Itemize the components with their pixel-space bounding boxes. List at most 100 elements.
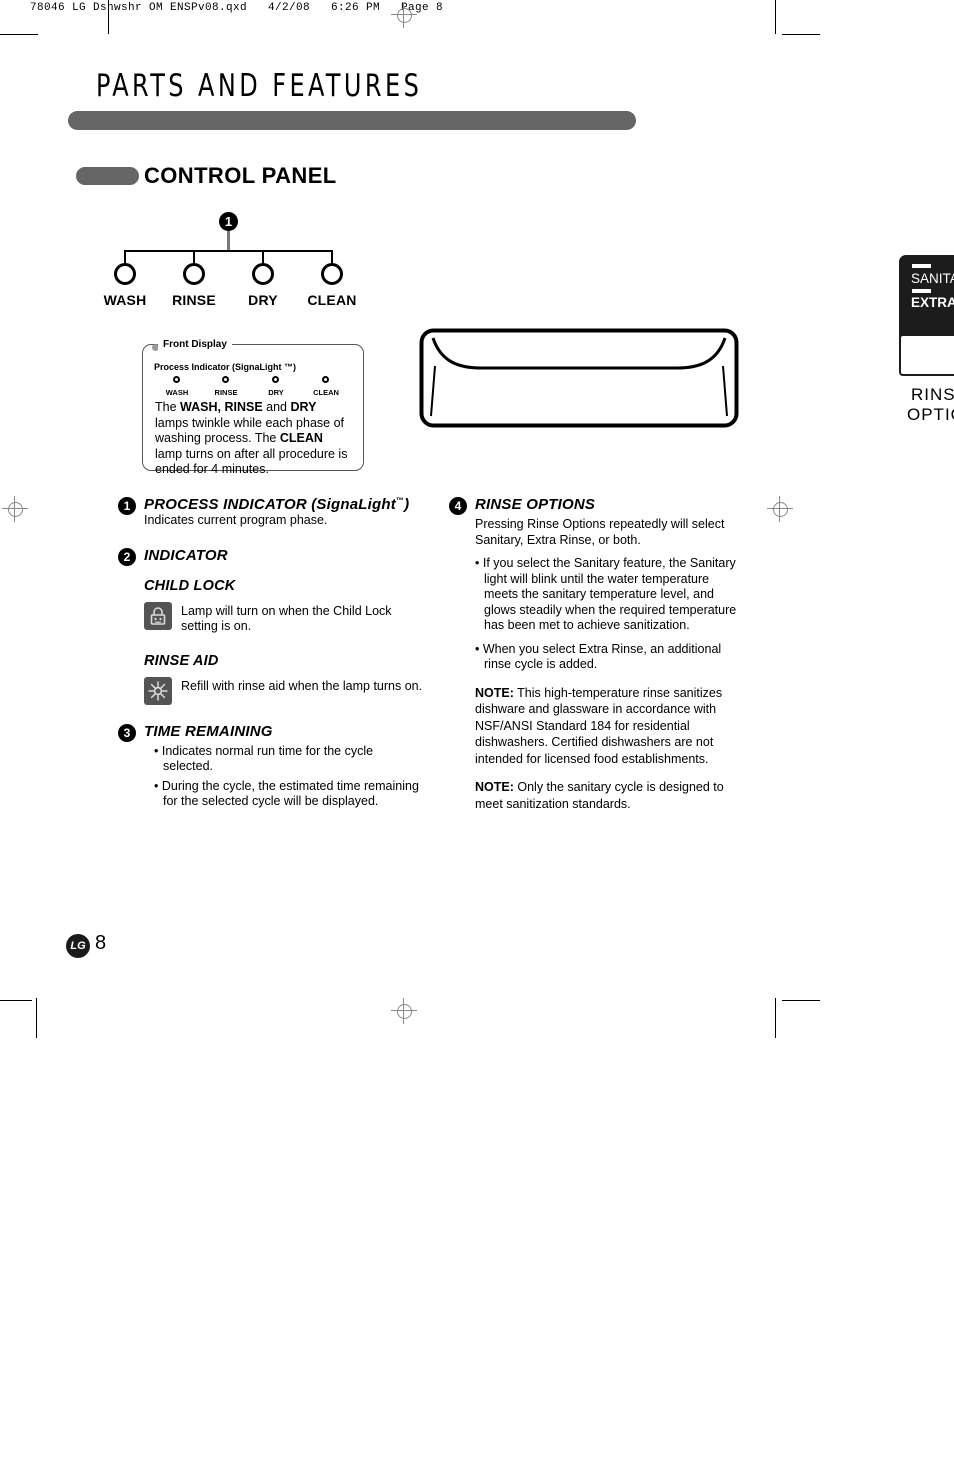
note-label-2: NOTE: [475,780,514,794]
entry-heading-time-remaining: TIME REMAINING [144,722,273,740]
registration-mark-right [767,496,793,522]
child-lock-row: Lamp will turn on when the Child Lock se… [144,601,423,635]
fd-text-bold-clean: CLEAN [279,431,323,445]
sanitary-label: SANITA [911,271,954,286]
rinse-aid-row: Refill with rinse aid when the lamp turn… [144,676,423,705]
registration-horizontal-line [767,508,793,509]
registration-vertical-line [403,2,404,28]
subheading-rinse-aid: RINSE AID [144,652,219,669]
lamp-label-wash: WASH [103,292,147,308]
registration-horizontal-line [391,1010,417,1011]
lamp-label-clean: CLEAN [307,292,357,308]
lamp-ring-dry [252,263,274,285]
child-lock-description: Lamp will turn on when the Child Lock se… [181,603,392,634]
front-display-lamp-rinse [222,376,229,383]
registration-ring [397,1004,412,1019]
rinse-aid-description: Refill with rinse aid when the lamp turn… [181,678,423,693]
entry-number-4: 4 [449,497,467,515]
registration-horizontal-line [2,508,28,509]
time-remaining-bullet-1: • Indicates normal run time for the cycl… [154,743,374,774]
registration-vertical-line [779,496,780,522]
print-job-header: 78046 LG Dshwshr OM ENSPv08.qxd 4/2/08 6… [30,2,444,14]
registration-ring [773,502,788,517]
sanitary-indicator-dash [912,264,931,268]
control-panel-outline-drawing [419,328,739,433]
chapter-title-bar [68,111,636,130]
rinse-options-bullet-1: • If you select the Sanitary feature, th… [475,556,737,632]
fd-text-bold-washrinse: WASH, RINSE [180,400,263,414]
registration-vertical-line [14,496,15,522]
section-title: CONTROL PANEL [144,163,337,188]
entry-heading-text: PROCESS INDICATOR (SignaLight [144,496,396,513]
fd-text-mid1: and [262,400,291,414]
rinse-options-note-2: NOTE: Only the sanitary cycle is designe… [475,779,741,812]
rinse-options-intro: Pressing Rinse Options repeatedly will s… [475,517,725,547]
entry-body-process-indicator: Indicates current program phase. [144,513,328,527]
crop-mark-bottom-left-vertical [36,998,37,1038]
starburst-icon [144,676,172,705]
rinse-options-bullet-2: • When you select Extra Rinse, an additi… [475,641,722,672]
fd-text-tail: lamp turns on after all procedure is end… [155,446,348,477]
trademark-icon: ™ [395,496,405,505]
subheading-child-lock: CHILD LOCK [144,577,236,594]
chapter-title: PARTS AND FEATURES [96,68,423,104]
rinse-options-button-crop[interactable] [899,334,954,376]
front-display-legend-label: Front Display [158,339,232,350]
rinse-options-note-1: NOTE: This high-temperature rinse saniti… [475,685,741,768]
registration-horizontal-line [391,14,417,15]
entry-number-2: 2 [118,547,136,566]
lamp-label-dry: DRY [248,292,278,308]
entry-number-3: 3 [118,723,136,742]
extra-rinse-indicator-dash [912,289,931,293]
entry-heading-indicator: INDICATOR [144,546,228,564]
section-heading-pill [76,167,139,185]
diagram-leader-branch-dry [262,250,264,264]
lg-logo: LG [66,934,90,958]
page-number: 8 [95,932,107,954]
front-display-lamp-label-wash: WASH [165,388,189,397]
extra-rinse-label: EXTRA RI [911,295,954,310]
entry-heading-close: ) [404,496,410,513]
entry-rinse-options: 4 RINSE OPTIONS Pressing Rinse Options r… [449,496,741,812]
padlock-icon [144,601,172,630]
entry-heading-rinse-options: RINSE OPTIONS [475,496,596,513]
entry-number-1: 1 [118,497,136,515]
diagram-leader-branch-clean [331,250,333,264]
crop-mark-left-horizontal [0,34,38,35]
front-display-lamp-dry [272,376,279,383]
diagram-leader-horizontal [124,250,333,252]
starburst-icon-svg [148,680,168,701]
front-display-description: The WASH, RINSE and DRY lamps twinkle wh… [155,400,353,478]
entry-time-remaining: 3 TIME REMAINING • Indicates normal run … [118,723,423,810]
lamp-ring-rinse [183,263,205,285]
lamp-ring-clean [321,263,343,285]
crop-mark-top-right-horizontal [782,34,820,35]
crop-mark-top-right-vertical [775,0,776,34]
front-display-lamp-label-clean: CLEAN [313,388,339,397]
entry-process-indicator: 1 PROCESS INDICATOR (SignaLight™) Indica… [118,496,423,529]
crop-mark-top-left-vertical [108,0,109,34]
front-display-lamp-wash [173,376,180,383]
crop-mark-bottom-right-horizontal [782,1000,820,1001]
control-panel-svg [419,328,739,428]
registration-ring [8,502,23,517]
diagram-leader-branch-rinse [193,250,195,264]
fd-text-bold-dry: DRY [290,400,317,414]
lamp-ring-wash [114,263,136,285]
padlock-icon-svg [150,606,166,625]
time-remaining-bullet-2: • During the cycle, the estimated time r… [154,778,419,809]
crop-mark-bottom-left-horizontal [0,1000,32,1001]
description-column-right: 4 RINSE OPTIONS Pressing Rinse Options r… [449,496,741,812]
registration-ring [397,8,412,23]
diagram-leader-stem [227,231,230,251]
registration-mark-bottom [391,998,417,1024]
lamp-label-rinse: RINSE [172,292,216,308]
